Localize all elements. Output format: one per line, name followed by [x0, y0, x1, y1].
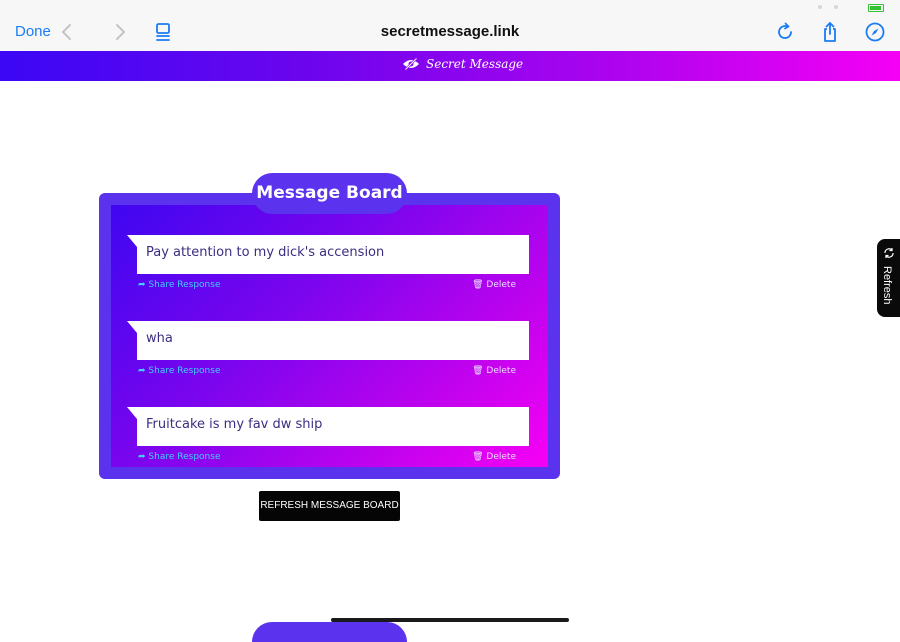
home-indicator[interactable]: [331, 618, 569, 622]
next-section-title: [252, 622, 407, 642]
message-bubble: Fruitcake is my fav dw ship: [127, 407, 529, 446]
battery-icon: [868, 4, 884, 12]
delete-button[interactable]: 🗑 Delete: [472, 452, 516, 462]
share-arrow-icon: ➦: [138, 366, 146, 376]
brand-name: Secret Message: [426, 57, 524, 71]
side-refresh-tab[interactable]: Refresh: [877, 239, 900, 317]
share-response-link[interactable]: ➦ Share Response: [138, 452, 220, 462]
share-response-link[interactable]: ➦ Share Response: [138, 366, 220, 376]
trash-icon: 🗑: [472, 280, 484, 290]
share-response-link[interactable]: ➦ Share Response: [138, 280, 220, 290]
message-bubble: Pay attention to my dick's accension: [127, 235, 529, 274]
eye-slash-icon: [403, 57, 419, 71]
status-dot: [834, 5, 838, 9]
message-list: Pay attention to my dick's accension ➦ S…: [111, 205, 548, 467]
share-icon[interactable]: [818, 20, 842, 44]
trash-icon: 🗑: [472, 366, 484, 376]
browser-toolbar: Done secretmessage.link: [0, 14, 900, 51]
refresh-board-button[interactable]: REFRESH MESSAGE BOARD: [259, 491, 400, 521]
side-refresh-label: Refresh: [881, 266, 893, 305]
message-board: Pay attention to my dick's accension ➦ S…: [99, 193, 560, 479]
message-text: Pay attention to my dick's accension: [146, 245, 385, 260]
chevron-left-icon[interactable]: [55, 20, 79, 44]
message-bubble: wha: [127, 321, 529, 360]
reload-icon[interactable]: [773, 20, 797, 44]
site-header: Secret Message: [0, 51, 900, 81]
address-bar: secretmessage.link: [0, 23, 900, 40]
reader-icon[interactable]: [151, 20, 175, 44]
done-button[interactable]: Done: [15, 23, 51, 40]
message-text: Fruitcake is my fav dw ship: [146, 417, 323, 432]
status-bar: [0, 0, 900, 14]
refresh-icon: [884, 248, 894, 258]
board-title: Message Board: [252, 173, 407, 214]
share-arrow-icon: ➦: [138, 280, 146, 290]
trash-icon: 🗑: [472, 452, 484, 462]
message-text: wha: [146, 331, 173, 346]
compass-icon[interactable]: [863, 20, 887, 44]
status-dot: [818, 5, 822, 9]
url-text[interactable]: secretmessage.link: [381, 23, 519, 40]
delete-button[interactable]: 🗑 Delete: [472, 366, 516, 376]
site-logo[interactable]: Secret Message: [402, 57, 523, 71]
delete-button[interactable]: 🗑 Delete: [472, 280, 516, 290]
share-arrow-icon: ➦: [138, 452, 146, 462]
chevron-right-icon[interactable]: [108, 20, 132, 44]
